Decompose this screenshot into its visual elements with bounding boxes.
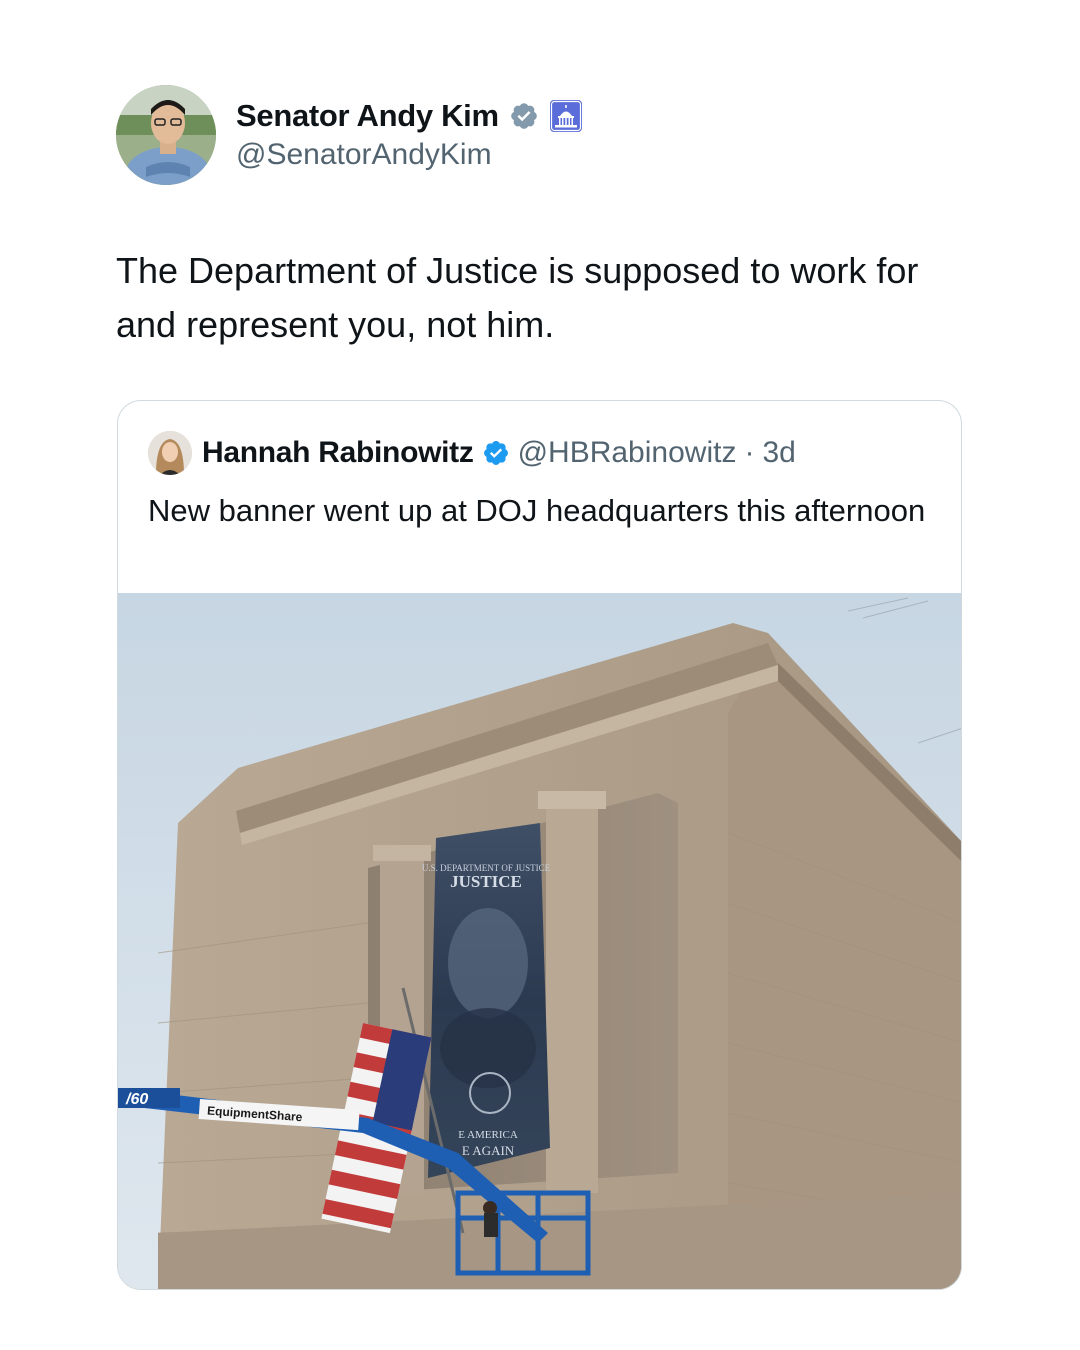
dot-separator: · [744, 436, 755, 469]
capitol-building-icon[interactable] [549, 99, 583, 133]
quoted-author-handle[interactable]: @HBRabinowitz [518, 436, 737, 470]
quoted-timestamp[interactable]: 3d [762, 436, 795, 470]
doj-building-photo: U.S. DEPARTMENT OF JUSTICE JUSTICE E AME… [118, 593, 961, 1289]
quoted-author-avatar[interactable] [148, 431, 192, 475]
author-avatar[interactable] [116, 85, 216, 185]
quoted-tweet-text: New banner went up at DOJ headquarters t… [148, 493, 926, 528]
banner-bottom-line-1: E AMERICA [458, 1129, 518, 1141]
lift-number-text: /60 [125, 1091, 148, 1108]
author-handle[interactable]: @SenatorAndyKim [236, 138, 492, 172]
tweet-text: The Department of Justice is supposed to… [116, 250, 919, 345]
quoted-header: Hannah Rabinowitz @HBRabinowitz · 3d [202, 433, 796, 473]
verified-blue-badge-icon[interactable] [482, 439, 510, 467]
tweet: Senator Andy Kim @SenatorAndyKim The Dep… [0, 0, 1080, 1350]
quoted-author-name[interactable]: Hannah Rabinowitz [202, 436, 474, 470]
quoted-tweet-photo[interactable]: U.S. DEPARTMENT OF JUSTICE JUSTICE E AME… [118, 593, 961, 1289]
banner-title-text: JUSTICE [450, 872, 522, 891]
verified-gray-badge-icon[interactable] [509, 101, 539, 131]
author-name-row: Senator Andy Kim [236, 96, 583, 136]
banner-bottom-line-2: E AGAIN [462, 1143, 515, 1158]
quoted-tweet-card[interactable]: Hannah Rabinowitz @HBRabinowitz · 3d New… [117, 400, 962, 1290]
author-name[interactable]: Senator Andy Kim [236, 98, 499, 134]
